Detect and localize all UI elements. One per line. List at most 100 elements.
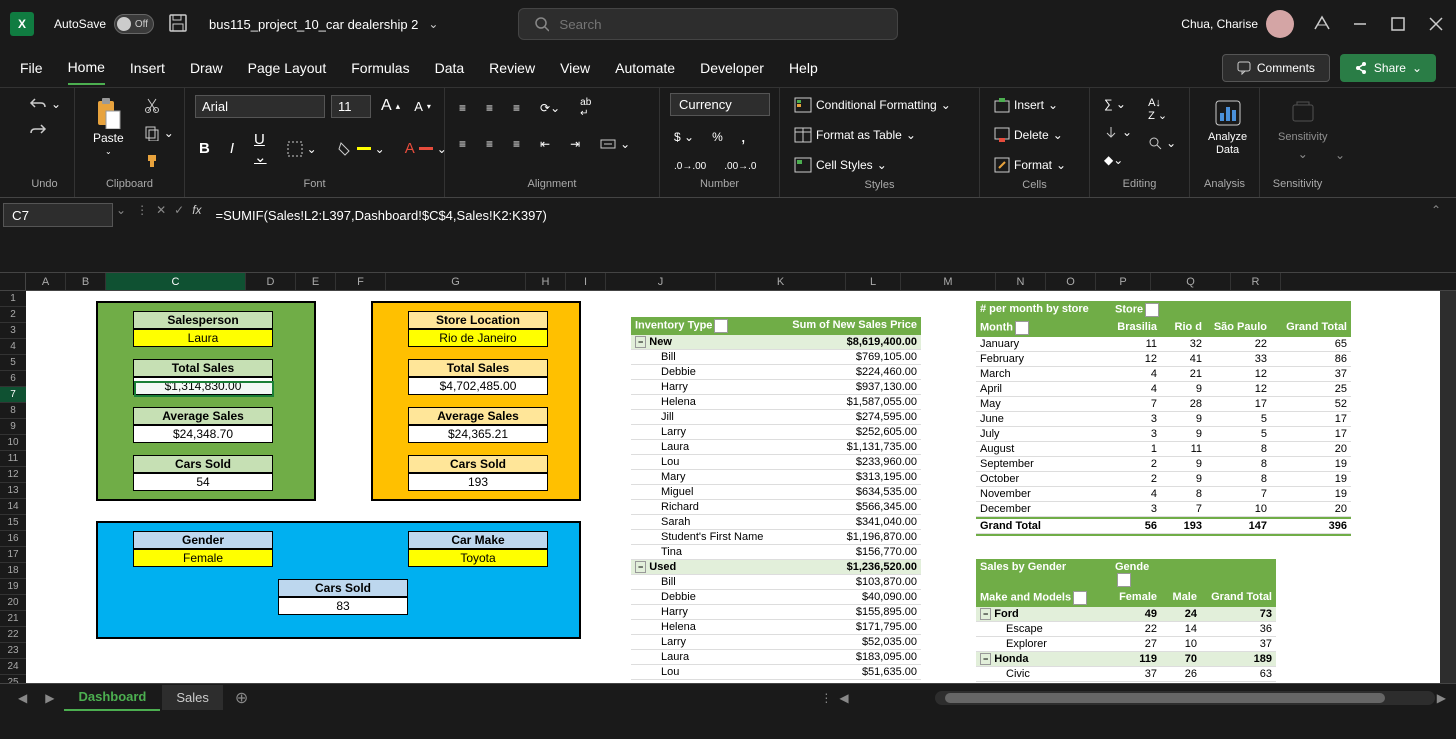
pivot2-row[interactable]: September29819 [976,457,1351,472]
format-as-table-button[interactable]: Format as Table ⌄ [790,123,955,147]
row-header-7[interactable]: 7 [0,387,26,403]
paste-button[interactable]: Paste⌄ [85,93,132,160]
search-input[interactable] [559,17,882,32]
pivot1-row[interactable]: Sarah$341,040.00 [631,515,921,530]
row-header-16[interactable]: 16 [0,531,26,547]
pivot1-row[interactable]: −New$8,619,400.00 [631,335,921,350]
pivot2-row[interactable]: April491225 [976,382,1351,397]
currency-button[interactable]: $ ⌄ [670,122,698,151]
fill-button[interactable]: ⌄ [1100,121,1136,143]
font-size-select[interactable] [331,95,371,118]
user-info[interactable]: Chua, Charise [1181,10,1294,38]
column-header-K[interactable]: K [716,273,846,290]
hscroll-right-icon[interactable]: ▶ [1437,691,1446,705]
pivot3-row[interactable]: Escape221436 [976,622,1276,637]
pivot1-row[interactable]: Jill$274,595.00 [631,410,921,425]
row-header-6[interactable]: 6 [0,371,26,387]
bold-button[interactable]: B [195,136,214,161]
pivot3-row[interactable]: −Honda11970189 [976,652,1276,667]
dropdown-icon[interactable]: ▾ [1015,321,1029,335]
row-header-8[interactable]: 8 [0,403,26,419]
row-header-4[interactable]: 4 [0,339,26,355]
hscroll-left-icon[interactable]: ◀ [839,691,848,705]
close-icon[interactable] [1426,14,1446,34]
expand-formula-icon[interactable]: ⌃ [1431,203,1441,217]
add-sheet-button[interactable]: ⊕ [225,688,258,708]
autosave-toggle[interactable]: AutoSave Off [54,14,154,34]
column-header-H[interactable]: H [526,273,566,290]
pivot1-row[interactable]: Richard$566,345.00 [631,500,921,515]
menu-view[interactable]: View [560,52,590,84]
pivot1-row[interactable]: Mary$313,195.00 [631,470,921,485]
undo-button[interactable]: ⌄ [25,93,65,115]
column-header-L[interactable]: L [846,273,901,290]
menu-page-layout[interactable]: Page Layout [248,52,327,84]
pivot2-row[interactable]: February12413386 [976,352,1351,367]
clear-button[interactable]: ◆⌄ [1100,149,1136,171]
column-header-B[interactable]: B [66,273,106,290]
row-header-15[interactable]: 15 [0,515,26,531]
share-button[interactable]: Share ⌄ [1340,54,1436,82]
sum-button[interactable]: ∑ ⌄ [1100,93,1136,115]
column-header-F[interactable]: F [336,273,386,290]
fx-icon[interactable]: fx [192,203,201,217]
minimize-icon[interactable] [1350,14,1370,34]
percent-button[interactable]: % [708,122,727,151]
comma-button[interactable]: , [737,122,750,151]
pivot1-row[interactable]: Debbie$40,090.00 [631,590,921,605]
pivot1-row[interactable]: Bill$769,105.00 [631,350,921,365]
increase-decimal-button[interactable]: .0→.00 [670,157,710,176]
menu-developer[interactable]: Developer [700,52,764,84]
pivot2-row[interactable]: January11322265 [976,337,1351,352]
horizontal-scrollbar[interactable] [935,691,1435,705]
pivot1-row[interactable]: Miguel$634,535.00 [631,485,921,500]
align-bottom-button[interactable]: ≡ [509,93,524,123]
sort-filter-button[interactable]: A↓Z ⌄ [1144,93,1180,126]
collapse-ribbon-icon[interactable]: ⌄ [1335,148,1345,162]
pivot1-row[interactable]: Helena$1,587,055.00 [631,395,921,410]
pivot1-row[interactable]: −Used$1,236,520.00 [631,560,921,575]
menu-help[interactable]: Help [789,52,818,84]
menu-home[interactable]: Home [68,51,105,85]
pivot1-h1[interactable]: Inventory Type▾ [631,317,771,335]
column-header-M[interactable]: M [901,273,996,290]
column-header-P[interactable]: P [1096,273,1151,290]
column-header-E[interactable]: E [296,273,336,290]
pivot1-row[interactable]: Laura$1,131,735.00 [631,440,921,455]
align-middle-button[interactable]: ≡ [482,93,497,123]
sheet-tab-sales[interactable]: Sales [162,685,223,710]
dropdown-icon[interactable]: ▾ [1145,303,1159,317]
pivot1-row[interactable]: Harry$937,130.00 [631,380,921,395]
column-header-I[interactable]: I [566,273,606,290]
align-top-button[interactable]: ≡ [455,93,470,123]
pivot1-row[interactable]: Debbie$224,460.00 [631,365,921,380]
redo-button[interactable] [25,119,65,141]
select-all-corner[interactable] [0,273,26,290]
column-header-G[interactable]: G [386,273,526,290]
increase-font-button[interactable]: A▴ [377,93,404,119]
pivot2-row[interactable]: August111820 [976,442,1351,457]
row-header-11[interactable]: 11 [0,451,26,467]
enter-formula-icon[interactable]: ✓ [174,203,184,217]
row-header-2[interactable]: 2 [0,307,26,323]
dropdown-icon[interactable]: ▾ [1073,591,1087,605]
format-painter-button[interactable] [140,149,178,173]
pivot1-row[interactable]: Larry$52,035.00 [631,635,921,650]
name-box[interactable] [3,203,113,227]
pivot1-row[interactable]: Helena$171,795.00 [631,620,921,635]
column-header-R[interactable]: R [1231,273,1281,290]
pivot3-row[interactable]: −Ford492473 [976,607,1276,622]
font-color-button[interactable]: A⌄ [401,136,451,161]
row-header-3[interactable]: 3 [0,323,26,339]
cut-button[interactable] [140,93,178,117]
pivot3-row[interactable]: Explorer271037 [976,637,1276,652]
row-header-22[interactable]: 22 [0,627,26,643]
decrease-indent-button[interactable]: ⇤ [536,133,554,155]
menu-file[interactable]: File [20,52,43,84]
orientation-button[interactable]: ⟳⌄ [536,93,564,123]
pivot3-row[interactable]: Civic372663 [976,667,1276,682]
pivot2-row[interactable]: June39517 [976,412,1351,427]
sheet-tab-dashboard[interactable]: Dashboard [64,684,160,711]
italic-button[interactable]: I [226,136,238,161]
decrease-decimal-button[interactable]: .00→.0 [720,157,760,176]
